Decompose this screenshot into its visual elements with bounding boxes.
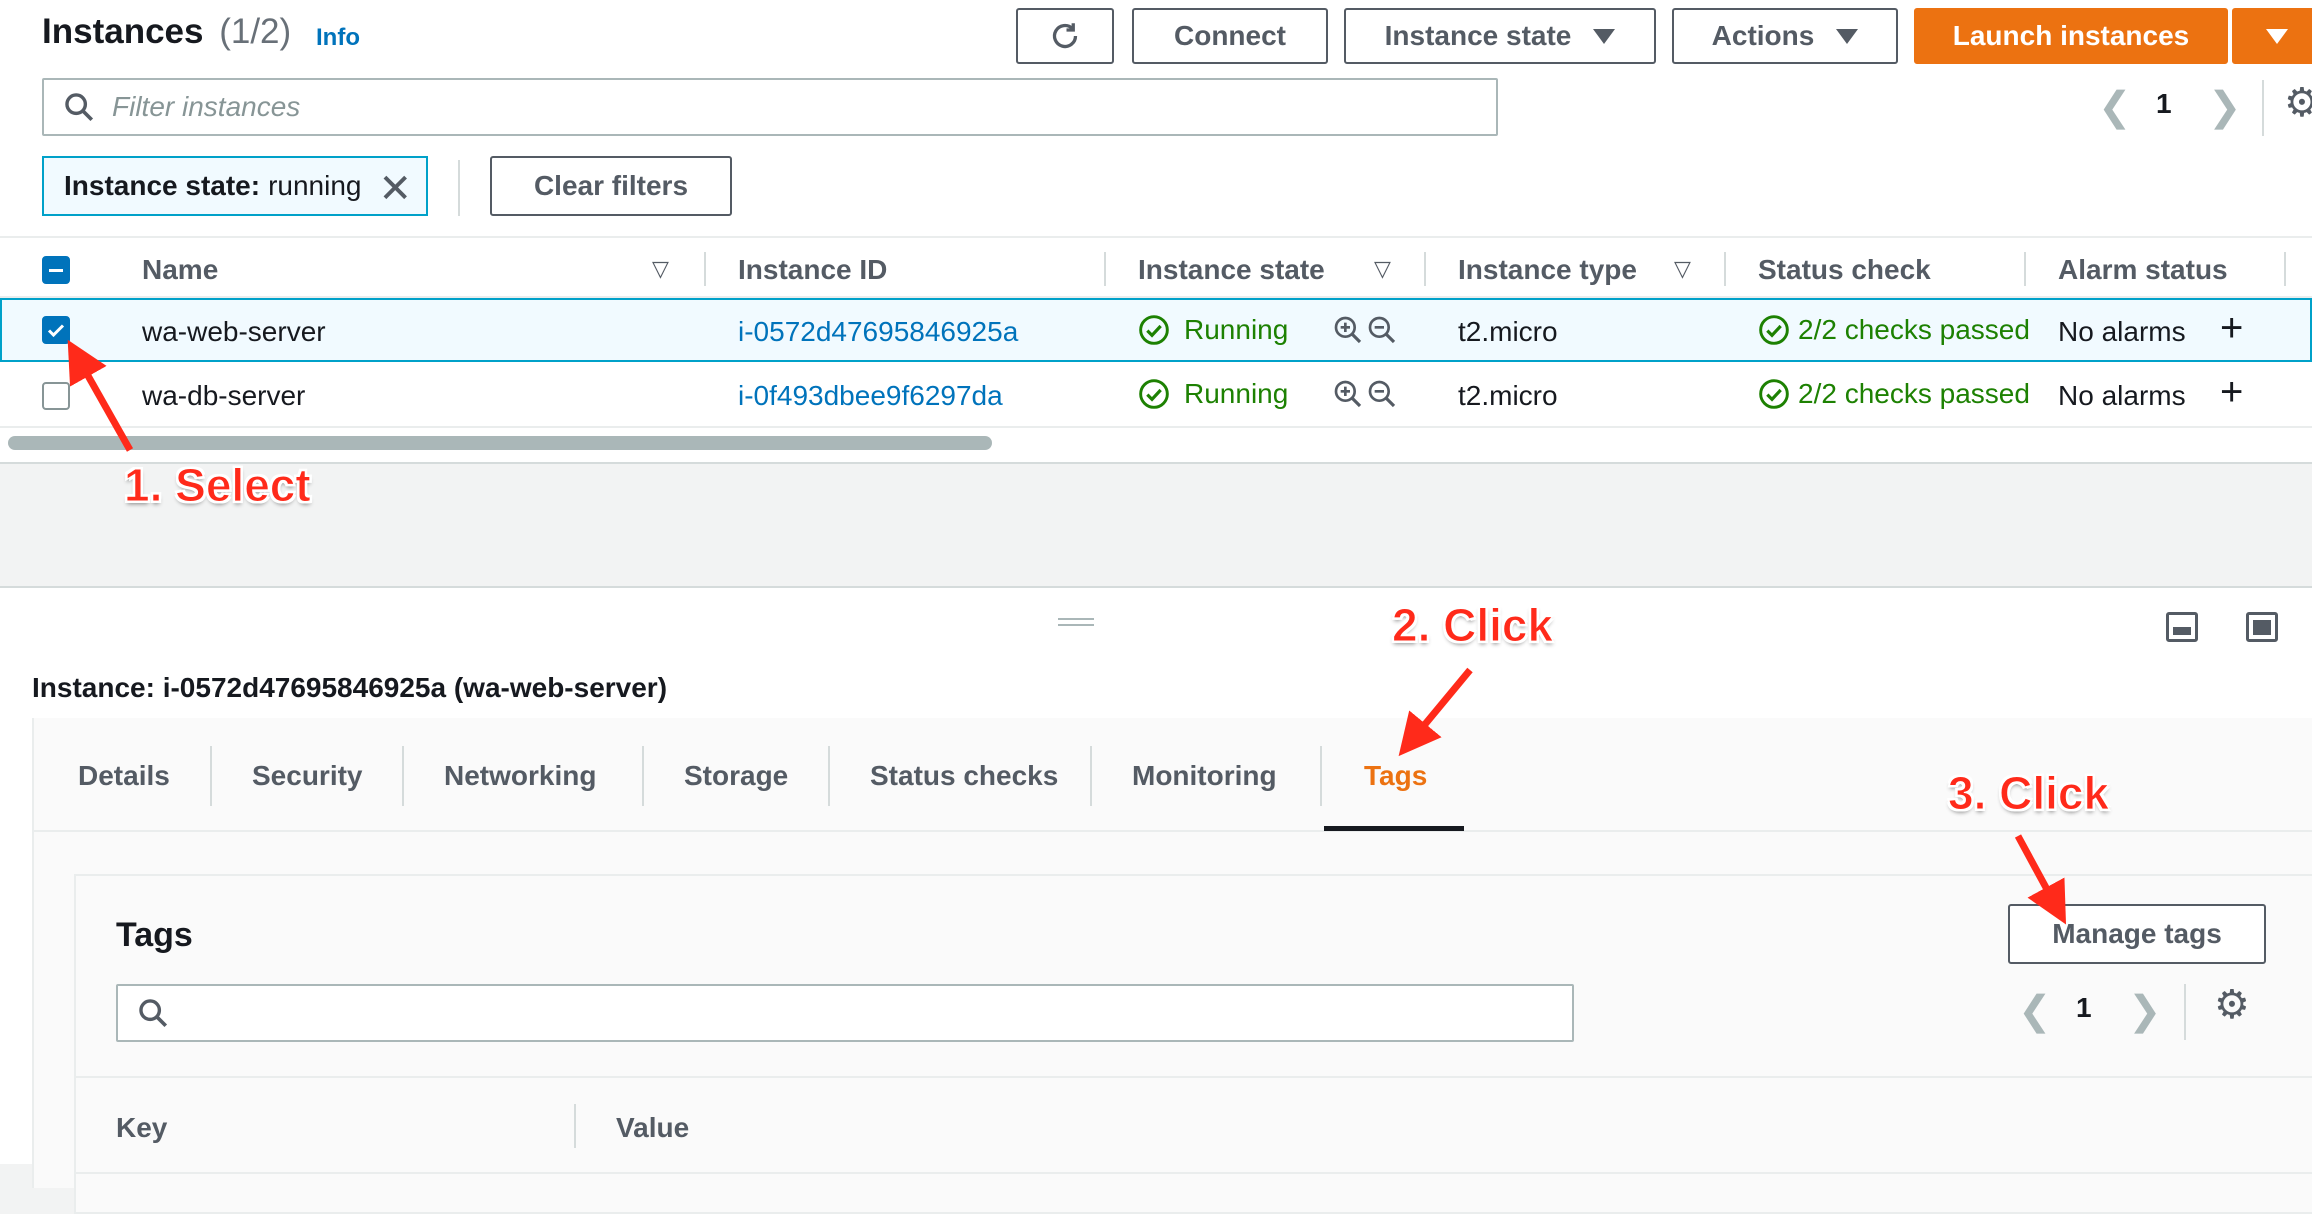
- arrow-to-tags-tab-icon: [1398, 667, 1473, 757]
- arrow-to-checkbox-icon: [67, 339, 134, 452]
- annotation-step-1: 1. Select: [124, 459, 312, 512]
- annotation-step-3: 3. Click: [1947, 767, 2110, 820]
- arrow-to-manage-tags-icon: [2014, 834, 2067, 925]
- annotation-arrows: [67, 339, 2067, 925]
- divider: [76, 1172, 2312, 1174]
- annotation-step-2: 2. Click: [1391, 599, 1554, 652]
